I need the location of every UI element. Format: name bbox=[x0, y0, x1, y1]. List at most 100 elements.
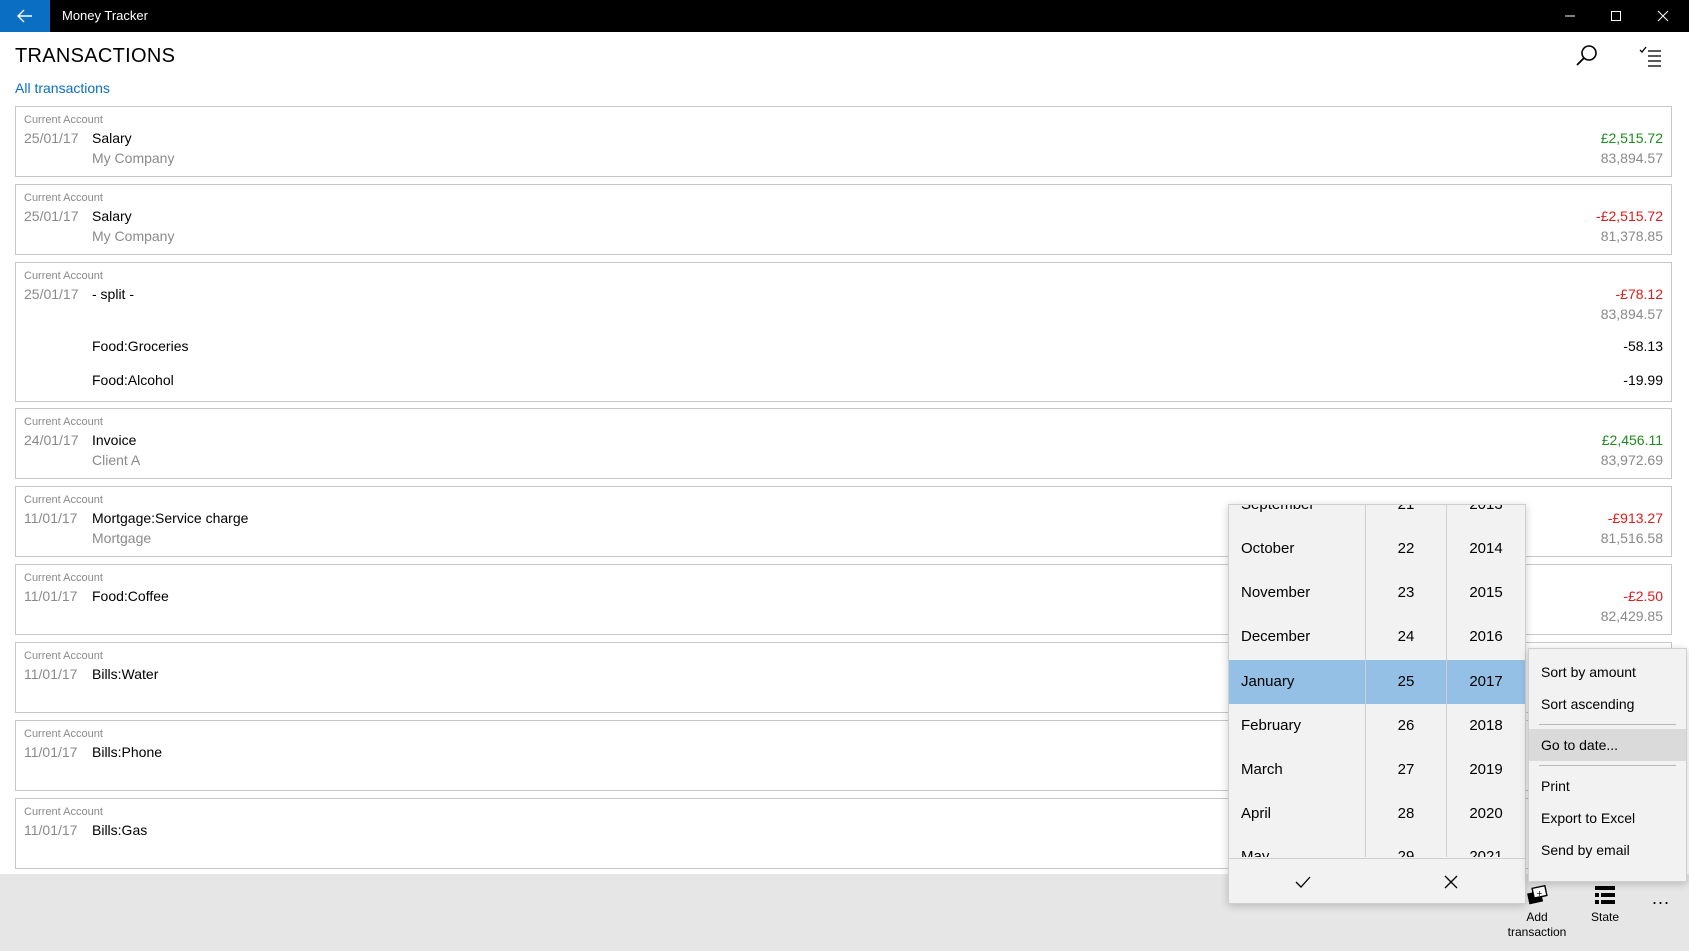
year-option[interactable]: 2015 bbox=[1447, 571, 1525, 615]
month-option[interactable]: November bbox=[1229, 571, 1365, 615]
page-title: TRANSACTIONS bbox=[15, 45, 176, 67]
memo: My Company bbox=[92, 150, 175, 166]
day-column[interactable]: 21 22 23 24 25 26 27 28 29 bbox=[1366, 505, 1446, 857]
back-button[interactable] bbox=[0, 0, 50, 32]
add-label-line1: Add bbox=[1526, 910, 1548, 924]
month-option[interactable]: October bbox=[1229, 527, 1365, 571]
multi-select-button[interactable] bbox=[1636, 42, 1666, 72]
menu-item-go-to-date[interactable]: Go to date... bbox=[1529, 729, 1686, 761]
account-name: Current Account bbox=[24, 572, 103, 584]
amount: -£2,515.72 bbox=[1596, 208, 1663, 224]
menu-item-sort-by-amount[interactable]: Sort by amount bbox=[1529, 656, 1686, 688]
date-picker-footer bbox=[1229, 858, 1525, 903]
month-option[interactable]: September bbox=[1229, 505, 1365, 527]
account-name: Current Account bbox=[24, 114, 103, 126]
payee: Bills:Phone bbox=[92, 744, 163, 760]
amount: -£2.50 bbox=[1623, 588, 1663, 604]
transaction-date: 11/01/17 bbox=[24, 588, 78, 604]
day-option[interactable]: 26 bbox=[1366, 704, 1446, 748]
memo: Client A bbox=[92, 452, 141, 468]
month-option[interactable]: May bbox=[1229, 835, 1365, 857]
day-option[interactable]: 29 bbox=[1366, 835, 1446, 857]
month-option[interactable]: February bbox=[1229, 704, 1365, 748]
window-title: Money Tracker bbox=[62, 8, 148, 23]
transaction-card[interactable]: Current Account 25/01/17 Salary My Compa… bbox=[15, 106, 1672, 177]
year-option[interactable]: 2016 bbox=[1447, 615, 1525, 659]
payee: Mortgage:Service charge bbox=[92, 510, 249, 526]
running-balance: 81,516.58 bbox=[1600, 530, 1663, 546]
minimize-icon bbox=[1565, 15, 1575, 17]
payee: - split - bbox=[92, 286, 134, 302]
day-option[interactable]: 28 bbox=[1366, 792, 1446, 836]
payee: Salary bbox=[92, 130, 132, 146]
amount: £2,515.72 bbox=[1600, 130, 1663, 146]
minimize-button[interactable] bbox=[1547, 0, 1593, 32]
transaction-date: 11/01/17 bbox=[24, 744, 78, 760]
month-option[interactable]: December bbox=[1229, 615, 1365, 659]
dismiss-date-button[interactable] bbox=[1377, 859, 1525, 903]
accept-date-button[interactable] bbox=[1229, 859, 1377, 903]
transaction-date: 11/01/17 bbox=[24, 510, 78, 526]
day-option-selected[interactable]: 25 bbox=[1366, 660, 1446, 704]
back-arrow-icon bbox=[17, 9, 32, 23]
year-option[interactable]: 2014 bbox=[1447, 527, 1525, 571]
payee: Invoice bbox=[92, 432, 137, 448]
menu-separator bbox=[1539, 724, 1676, 725]
close-icon bbox=[1444, 875, 1458, 888]
day-option[interactable]: 27 bbox=[1366, 748, 1446, 792]
split-category: Food:Alcohol bbox=[92, 372, 174, 388]
account-name: Current Account bbox=[24, 416, 103, 428]
month-option[interactable]: April bbox=[1229, 792, 1365, 836]
close-icon bbox=[1657, 10, 1669, 22]
payee: Salary bbox=[92, 208, 132, 224]
more-options-button[interactable]: ... bbox=[1652, 888, 1670, 909]
menu-item-sort-ascending[interactable]: Sort ascending bbox=[1529, 688, 1686, 720]
account-name: Current Account bbox=[24, 650, 103, 662]
transaction-date: 25/01/17 bbox=[24, 130, 79, 146]
state-label: State bbox=[1590, 910, 1620, 924]
all-transactions-link[interactable]: All transactions bbox=[15, 80, 110, 96]
amount: -£913.27 bbox=[1607, 510, 1663, 526]
menu-item-export-to-excel[interactable]: Export to Excel bbox=[1529, 802, 1686, 834]
month-option[interactable]: March bbox=[1229, 748, 1365, 792]
payee: Food:Coffee bbox=[92, 588, 169, 604]
month-option-selected[interactable]: January bbox=[1229, 660, 1365, 704]
year-option[interactable]: 2018 bbox=[1447, 704, 1525, 748]
account-name: Current Account bbox=[24, 270, 103, 282]
list-view-icon bbox=[1595, 886, 1615, 904]
amount: £2,456.11 bbox=[1601, 432, 1663, 448]
day-option[interactable]: 24 bbox=[1366, 615, 1446, 659]
transaction-card[interactable]: Current Account 25/01/17 Salary My Compa… bbox=[15, 184, 1672, 255]
close-button[interactable] bbox=[1640, 0, 1686, 32]
maximize-icon bbox=[1611, 11, 1621, 21]
menu-item-send-by-email[interactable]: Send by email bbox=[1529, 834, 1686, 866]
day-option[interactable]: 23 bbox=[1366, 571, 1446, 615]
split-amount: -19.99 bbox=[1623, 372, 1663, 388]
day-option[interactable]: 21 bbox=[1366, 505, 1446, 527]
menu-item-print[interactable]: Print bbox=[1529, 770, 1686, 802]
transaction-card[interactable]: Current Account 24/01/17 Invoice Client … bbox=[15, 408, 1672, 479]
transaction-card-split[interactable]: Current Account 25/01/17 - split - -£78.… bbox=[15, 262, 1672, 402]
transaction-date: 25/01/17 bbox=[24, 286, 79, 302]
checkmark-icon bbox=[1295, 876, 1311, 888]
transaction-date: 11/01/17 bbox=[24, 666, 78, 682]
maximize-button[interactable] bbox=[1593, 0, 1639, 32]
year-option-selected[interactable]: 2017 bbox=[1447, 660, 1525, 704]
account-name: Current Account bbox=[24, 494, 103, 506]
add-transaction-icon: + bbox=[1527, 884, 1548, 905]
year-column[interactable]: 2013 2014 2015 2016 2017 2018 2019 2020 … bbox=[1447, 505, 1525, 857]
year-option[interactable]: 2021 bbox=[1447, 835, 1525, 857]
year-option[interactable]: 2020 bbox=[1447, 792, 1525, 836]
month-column[interactable]: September October November December Janu… bbox=[1229, 505, 1365, 857]
memo: My Company bbox=[92, 228, 175, 244]
svg-text:+: + bbox=[1536, 889, 1543, 898]
payee: Bills:Gas bbox=[92, 822, 148, 838]
year-option[interactable]: 2013 bbox=[1447, 505, 1525, 527]
split-category: Food:Groceries bbox=[92, 338, 189, 354]
state-button[interactable]: State bbox=[1570, 884, 1640, 925]
year-option[interactable]: 2019 bbox=[1447, 748, 1525, 792]
payee: Bills:Water bbox=[92, 666, 159, 682]
day-option[interactable]: 22 bbox=[1366, 527, 1446, 571]
search-button[interactable] bbox=[1572, 42, 1602, 72]
transaction-date: 25/01/17 bbox=[24, 208, 79, 224]
